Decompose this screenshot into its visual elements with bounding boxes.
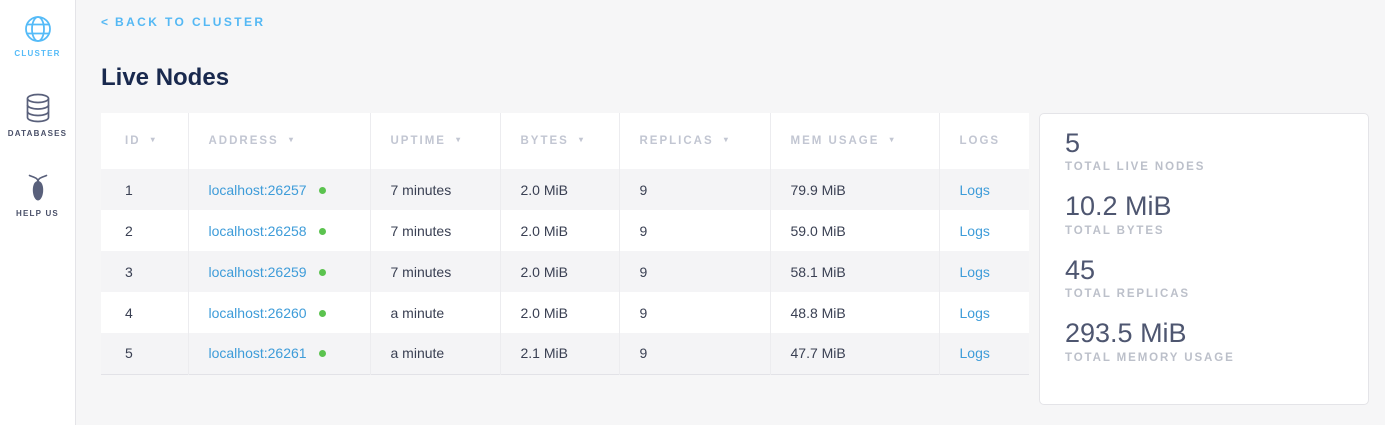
node-replicas: 9 <box>640 223 648 239</box>
node-uptime: a minute <box>391 305 445 321</box>
sort-arrow-icon: ▾ <box>890 135 896 144</box>
logs-link[interactable]: Logs <box>960 305 990 321</box>
node-live-dot <box>319 310 326 317</box>
sort-arrow-icon: ▾ <box>724 135 730 144</box>
node-bytes: 2.1 MiB <box>521 345 568 361</box>
column-header[interactable]: ID ▾ <box>101 113 188 169</box>
node-bytes: 2.0 MiB <box>521 305 568 321</box>
node-mem-usage: 59.0 MiB <box>791 223 846 239</box>
globe-icon <box>24 15 52 43</box>
table-row: 4 localhost:26260 a minute 2.0 MiB 9 48.… <box>101 292 1029 333</box>
live-nodes-table: ID ▾ ADDRESS ▾ UPTIME ▾ BYTES ▾ REPLICAS… <box>101 113 1029 375</box>
sidebar: CLUSTER DATABASES HELP US <box>0 0 76 425</box>
node-replicas: 9 <box>640 305 648 321</box>
logs-link[interactable]: Logs <box>960 182 990 198</box>
sidebar-item-help-us[interactable]: HELP US <box>16 173 59 218</box>
node-address-link[interactable]: localhost:26261 <box>209 345 307 361</box>
sort-arrow-icon: ▾ <box>456 135 462 144</box>
summary-value: 45 <box>1065 254 1344 286</box>
sidebar-item-label: HELP US <box>16 209 59 218</box>
column-header-label: ID <box>125 135 141 147</box>
node-address-link[interactable]: localhost:26257 <box>209 182 307 198</box>
table-row: 3 localhost:26259 7 minutes 2.0 MiB 9 58… <box>101 251 1029 292</box>
summary-value: 293.5 MiB <box>1065 317 1344 349</box>
summary-label: TOTAL BYTES <box>1065 225 1344 237</box>
node-id: 5 <box>125 345 133 361</box>
database-icon <box>25 93 51 123</box>
node-bytes: 2.0 MiB <box>521 223 568 239</box>
node-replicas: 9 <box>640 345 648 361</box>
summary-item: 10.2 MiB TOTAL BYTES <box>1065 190 1344 236</box>
column-header[interactable]: BYTES ▾ <box>500 113 619 169</box>
node-mem-usage: 79.9 MiB <box>791 182 846 198</box>
logs-link[interactable]: Logs <box>960 223 990 239</box>
summary-value: 5 <box>1065 127 1344 159</box>
sort-arrow-icon: ▾ <box>289 135 295 144</box>
logs-link[interactable]: Logs <box>960 345 990 361</box>
sidebar-item-label: CLUSTER <box>14 49 60 58</box>
back-arrow-icon: < <box>101 15 108 29</box>
summary-label: TOTAL MEMORY USAGE <box>1065 352 1344 364</box>
table-row: 2 localhost:26258 7 minutes 2.0 MiB 9 59… <box>101 210 1029 251</box>
node-id: 4 <box>125 305 133 321</box>
summary-label: TOTAL LIVE NODES <box>1065 161 1344 173</box>
table-row: 5 localhost:26261 a minute 2.1 MiB 9 47.… <box>101 333 1029 374</box>
node-id: 1 <box>125 182 133 198</box>
node-uptime: a minute <box>391 345 445 361</box>
column-header-label: BYTES <box>521 135 569 147</box>
node-id: 3 <box>125 264 133 280</box>
content-row: ID ▾ ADDRESS ▾ UPTIME ▾ BYTES ▾ REPLICAS… <box>101 113 1385 405</box>
node-live-dot <box>319 350 326 357</box>
node-mem-usage: 48.8 MiB <box>791 305 846 321</box>
sort-arrow-icon: ▾ <box>579 135 585 144</box>
column-header-label: ADDRESS <box>209 135 279 147</box>
back-link-label: BACK TO CLUSTER <box>115 15 265 29</box>
node-id: 2 <box>125 223 133 239</box>
summary-item: 293.5 MiB TOTAL MEMORY USAGE <box>1065 317 1344 363</box>
bug-icon <box>25 173 51 203</box>
page-title: Live Nodes <box>101 64 1385 92</box>
main-content: < BACK TO CLUSTER Live Nodes ID ▾ ADDRES… <box>77 0 1385 425</box>
column-header[interactable]: UPTIME ▾ <box>370 113 500 169</box>
sidebar-item-label: DATABASES <box>8 129 67 138</box>
column-header-label: REPLICAS <box>640 135 714 147</box>
column-header[interactable]: REPLICAS ▾ <box>619 113 770 169</box>
back-to-cluster-link[interactable]: < BACK TO CLUSTER <box>101 15 265 29</box>
node-address-link[interactable]: localhost:26259 <box>209 264 307 280</box>
column-header-label: MEM USAGE <box>791 135 880 147</box>
table-row: 1 localhost:26257 7 minutes 2.0 MiB 9 79… <box>101 169 1029 210</box>
sidebar-item-databases[interactable]: DATABASES <box>8 93 67 138</box>
summary-item: 45 TOTAL REPLICAS <box>1065 254 1344 300</box>
node-mem-usage: 58.1 MiB <box>791 264 846 280</box>
node-bytes: 2.0 MiB <box>521 182 568 198</box>
column-header-label: LOGS <box>960 135 1001 147</box>
summary-item: 5 TOTAL LIVE NODES <box>1065 127 1344 173</box>
logs-link[interactable]: Logs <box>960 264 990 280</box>
column-header-label: UPTIME <box>391 135 446 147</box>
node-uptime: 7 minutes <box>391 264 452 280</box>
node-bytes: 2.0 MiB <box>521 264 568 280</box>
node-replicas: 9 <box>640 264 648 280</box>
node-address-link[interactable]: localhost:26260 <box>209 305 307 321</box>
column-header[interactable]: LOGS <box>939 113 1029 169</box>
node-live-dot <box>319 228 326 235</box>
sort-arrow-icon: ▾ <box>151 135 157 144</box>
node-replicas: 9 <box>640 182 648 198</box>
summary-value: 10.2 MiB <box>1065 190 1344 222</box>
table-header-row: ID ▾ ADDRESS ▾ UPTIME ▾ BYTES ▾ REPLICAS… <box>101 113 1029 169</box>
node-uptime: 7 minutes <box>391 182 452 198</box>
column-header[interactable]: MEM USAGE ▾ <box>770 113 939 169</box>
node-uptime: 7 minutes <box>391 223 452 239</box>
node-live-dot <box>319 269 326 276</box>
summary-panel: 5 TOTAL LIVE NODES 10.2 MiB TOTAL BYTES … <box>1039 113 1369 405</box>
column-header[interactable]: ADDRESS ▾ <box>188 113 370 169</box>
node-address-link[interactable]: localhost:26258 <box>209 223 307 239</box>
sidebar-item-cluster[interactable]: CLUSTER <box>14 15 60 58</box>
node-mem-usage: 47.7 MiB <box>791 345 846 361</box>
summary-label: TOTAL REPLICAS <box>1065 288 1344 300</box>
node-live-dot <box>319 187 326 194</box>
